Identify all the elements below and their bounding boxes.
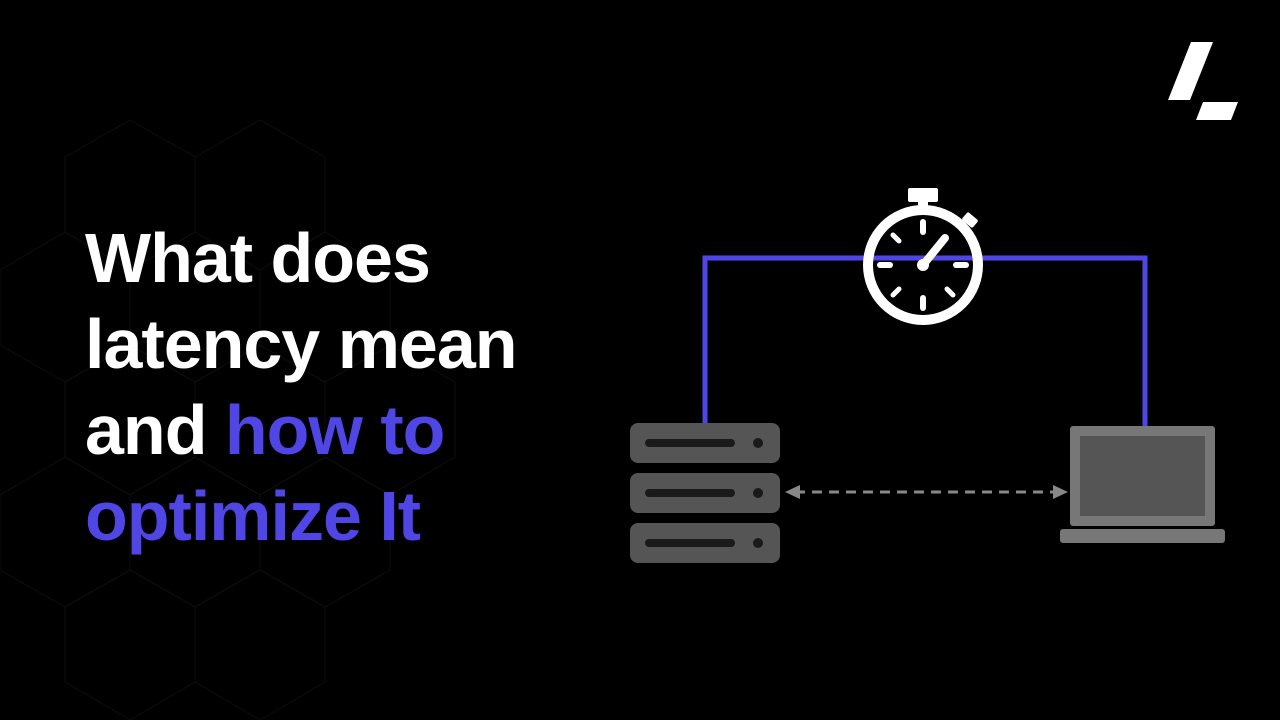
title-line-4-accent: optimize It [85, 477, 420, 555]
bidirectional-arrow-icon [785, 485, 1068, 499]
title-line-3-white: and [85, 391, 225, 469]
server-icon [630, 423, 780, 563]
connection-bracket [705, 258, 1145, 430]
laptop-icon [1060, 426, 1225, 543]
title-line-3-accent: how to [225, 391, 444, 469]
logo-icon [1158, 42, 1238, 120]
stopwatch-icon [868, 188, 979, 320]
page-title: What does latency mean and how to optimi… [85, 215, 517, 559]
title-line-1: What does [85, 219, 430, 297]
title-line-2: latency mean [85, 305, 517, 383]
latency-diagram [620, 180, 1240, 580]
